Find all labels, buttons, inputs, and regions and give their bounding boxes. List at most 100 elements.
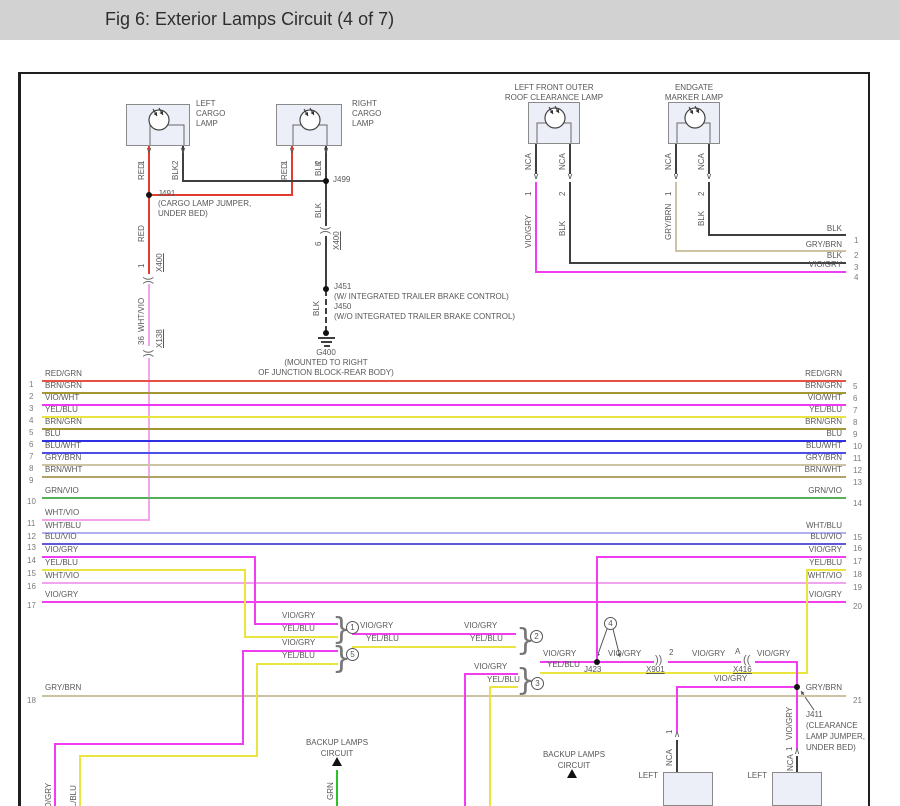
wire-vio-gry	[796, 688, 798, 749]
bundle-number: 2	[530, 630, 543, 643]
wire-vio-gry	[464, 673, 466, 806]
diagram-label: VIO/WHT	[45, 393, 80, 402]
wire-brn-grn	[42, 428, 846, 430]
diagram-label: BRN/GRN	[45, 381, 82, 390]
diagram-label: NCA	[697, 153, 706, 170]
wire-brn-grn	[42, 392, 846, 394]
diagram-label: (W/O INTEGRATED TRAILER BRAKE CONTROL)	[334, 312, 516, 321]
diagram-label: LAMP	[352, 119, 374, 128]
wire-blk	[708, 234, 846, 236]
diagram-label: NCA	[558, 153, 567, 170]
wire-vio-gry	[42, 601, 846, 603]
diagram-label: VIO/GRY	[360, 621, 394, 630]
diagram-label: 13	[853, 478, 862, 487]
diagram-label: 7	[29, 452, 34, 461]
diagram-label: 6	[853, 394, 858, 403]
diagram-label: (W/ INTEGRATED TRAILER BRAKE CONTROL)	[334, 292, 509, 301]
diagram-label: 17	[27, 601, 36, 610]
ground-bar	[324, 345, 330, 347]
diagram-label: VIO/GRY	[692, 649, 726, 658]
diagram-label: BACKUP LAMPS	[305, 738, 369, 747]
diagram-label: 3	[854, 263, 859, 272]
diagram-label: ∨	[288, 145, 296, 155]
left-lamp-partial-1	[663, 772, 713, 806]
diagram-label: NCA	[524, 153, 533, 170]
diagram-label: GRN	[326, 782, 335, 800]
splice-dot	[794, 684, 800, 690]
bundle-number: 5	[346, 648, 359, 661]
diagram-label: BLK	[171, 164, 180, 180]
wire-nca	[796, 756, 798, 772]
wire-vio-gry	[676, 686, 798, 688]
diagram-label: BLK	[558, 220, 567, 236]
diagram-label: 18	[27, 696, 36, 705]
diagram-label: OF JUNCTION BLOCK-REAR BODY)	[258, 368, 394, 377]
diagram-label: ∨	[145, 145, 153, 155]
wire-vio-gry	[535, 182, 537, 273]
diagram-label: GRY/BRN	[45, 453, 82, 462]
diagram-label: J451	[334, 282, 352, 291]
diagram-label: ∧	[673, 729, 681, 739]
diagram-label: BRN/GRN	[45, 417, 82, 426]
diagram-label: 11	[27, 519, 36, 528]
left-front-outer-roof-clearance-lamp	[528, 102, 580, 144]
wire-wht-vio	[42, 582, 846, 584]
wire-blk	[569, 262, 846, 264]
diagram-label: BRN/WHT	[804, 465, 842, 474]
wire-blk	[569, 182, 571, 264]
diagram-label: 6	[29, 440, 34, 449]
diagram-label: GRY/BRN	[805, 240, 842, 249]
diagram-label: 19	[853, 583, 862, 592]
lamp-bulb-icon	[148, 107, 185, 145]
diagram-label: ∨	[566, 171, 574, 181]
diagram-label: VIO/GRY	[785, 706, 794, 740]
wire-grn	[336, 770, 338, 806]
diagram-label: 14	[853, 499, 862, 508]
wire-vio-gry	[596, 556, 598, 663]
lamp-bulb-icon	[292, 107, 328, 145]
diagram-label: GRY/BRN	[805, 683, 842, 692]
diagram-label: G400	[316, 348, 336, 357]
diagram-label: 4	[854, 273, 859, 282]
diagram-label: 9	[853, 430, 858, 439]
wire-vio-gry	[668, 661, 741, 663]
diagram-label: MARKER LAMP	[664, 93, 724, 102]
wire-nca	[535, 144, 537, 174]
diagram-label: VIO/GRY	[45, 545, 79, 554]
wire-vio-gry	[54, 743, 244, 745]
diagram-label: (CLEARANCE	[806, 721, 858, 730]
diagram-label: 15	[853, 533, 862, 542]
diagram-label: 1	[854, 236, 859, 245]
diagram-label: NCA	[665, 749, 674, 766]
diagram-label: LEFT	[638, 771, 658, 780]
splice-dot	[323, 286, 329, 292]
wire-vio-gry	[676, 686, 678, 732]
diagram-label: 20	[853, 602, 862, 611]
diagram-border-right	[868, 72, 870, 806]
diagram-label: RED	[137, 225, 146, 242]
diagram-label: 2	[558, 191, 567, 196]
wire-vio-gry	[535, 271, 846, 273]
wire-yel-blu	[489, 686, 518, 688]
diagram-label: 16	[27, 582, 36, 591]
diagram-label: 1	[137, 263, 146, 268]
diagram-label: J450	[334, 302, 352, 311]
left-lamp-partial-2	[772, 772, 822, 806]
diagram-label: LEFT FRONT OUTER	[514, 83, 594, 92]
diagram-label: BRN/GRN	[805, 381, 842, 390]
diagram-label: BLU	[45, 429, 61, 438]
wire-vio-wht	[42, 404, 846, 406]
diagram-label: 5	[29, 428, 34, 437]
diagram-label: BACKUP LAMPS	[542, 750, 606, 759]
diagram-label: ∨	[672, 171, 680, 181]
wire-yel-blu	[256, 663, 338, 665]
diagram-label: 10	[853, 442, 862, 451]
splice-dot	[323, 330, 329, 336]
diagram-label: VIO/GRY	[757, 649, 791, 658]
wire-yel-blu	[489, 686, 491, 806]
diagram-label: BLU/WHT	[806, 441, 842, 450]
diagram-canvas: LEFT CARGO LAMP RIGHT CARGO LAMP ∨ ∨ ∨ ∨ 1 2 1 2 RED BL…	[0, 0, 900, 806]
diagram-label: BLU	[826, 429, 842, 438]
diagram-label: VIO/GRY	[808, 545, 842, 554]
diagram-label: VIO/GRY	[524, 214, 533, 248]
